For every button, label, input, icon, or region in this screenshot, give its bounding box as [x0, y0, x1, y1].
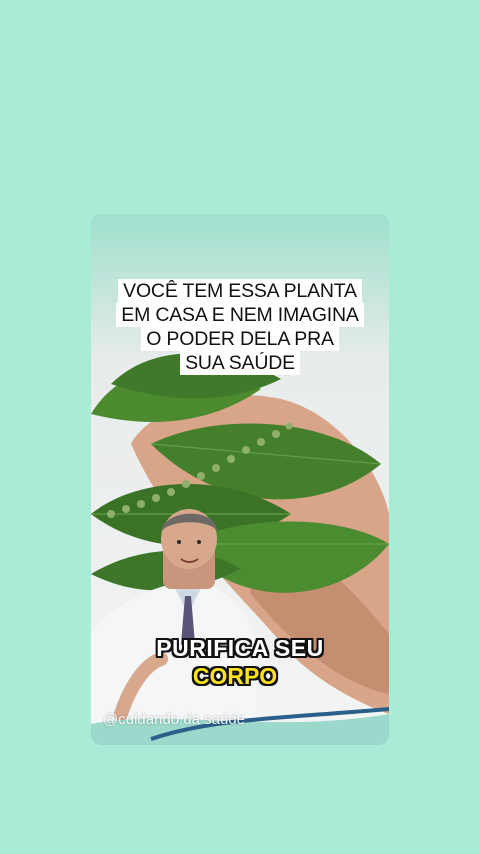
- headline-line-4: SUA SAÚDE: [180, 351, 300, 375]
- video-caption: PURIFICA SEU CORPO: [91, 634, 389, 690]
- headline-line-1: VOCÊ TEM ESSA PLANTA: [118, 279, 362, 303]
- caption-line-2: CORPO: [192, 663, 278, 689]
- caption-line-1: PURIFICA SEU: [156, 635, 324, 661]
- headline-line-3: O PODER DELA PRA: [141, 327, 339, 351]
- video-post-card[interactable]: VOCÊ TEM ESSA PLANTA EM CASA E NEM IMAGI…: [91, 214, 389, 745]
- headline-line-2: EM CASA E NEM IMAGINA: [116, 303, 364, 327]
- headline: VOCÊ TEM ESSA PLANTA EM CASA E NEM IMAGI…: [91, 279, 389, 375]
- watermark-handle: @cuidando da saúde: [103, 711, 246, 728]
